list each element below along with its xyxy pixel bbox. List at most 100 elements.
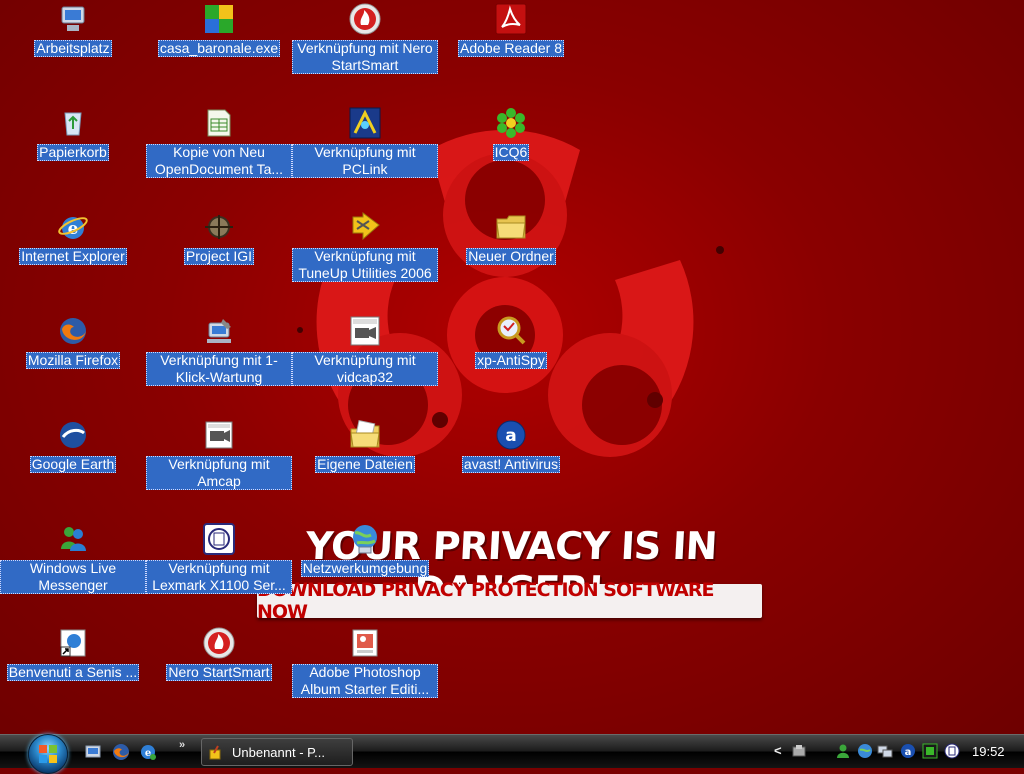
desktop-icon-label: Verknüpfung mit Nero StartSmart [292,40,438,74]
maintenance-icon [207,319,231,343]
desktop-icon-label: Papierkorb [37,144,109,161]
desktop-icon-label: Verknüpfung mit Amcap [146,456,292,490]
desktop-icon-label: Internet Explorer [19,248,127,265]
taskbar-button-paint[interactable]: Unbenannt - P... [201,738,353,766]
desktop-icon-label: Project IGI [183,248,255,265]
desktop-icon-eigene-dateien[interactable]: Eigene Dateien [292,419,438,473]
quick-launch-chevron[interactable]: » [179,739,185,751]
desktop-icon-internet-explorer[interactable]: e Internet Explorer [0,211,146,265]
avast-icon: a [496,420,526,450]
desktop-icon-papierkorb[interactable]: Papierkorb [0,107,146,161]
desktop-icon-benvenuti[interactable]: Benvenuti a Senis ... [0,627,146,681]
desktop-icon-label: Nero StartSmart [166,664,272,681]
adobe-reader-icon [495,3,527,35]
messenger-tray-icon[interactable] [835,743,851,759]
lexmark-tray-icon[interactable] [944,743,960,759]
taskbar-button-label: Unbenannt - P... [232,744,325,760]
desktop-icon-label: avast! Antivirus [461,456,561,473]
recycle-bin-icon [64,112,82,136]
desktop-icon-opendocument[interactable]: Kopie von Neu OpenDocument Ta... [146,107,292,178]
safely-remove-hardware-icon[interactable] [791,743,807,759]
tuneup-icon [352,212,380,241]
magnifier-icon [497,316,526,345]
desktop-icon-xp-antispy[interactable]: xp-AntiSpy [438,315,584,369]
desktop-icon-icq6[interactable]: ICQ6 [438,107,584,161]
desktop-icon-label: ICQ6 [492,144,530,161]
desktop-icon-label: Kopie von Neu OpenDocument Ta... [146,144,292,178]
desktop-icon-arbeitsplatz[interactable]: Arbeitsplatz [0,3,146,57]
desktop-icon-tuneup-utilities[interactable]: Verknüpfung mit TuneUp Utilities 2006 [292,211,438,282]
icq-flower-icon [497,108,525,138]
desktop-icon-google-earth[interactable]: Google Earth [0,419,146,473]
desktop-icon-windows-live-messenger[interactable]: Windows Live Messenger [0,523,146,594]
nvidia-tray-icon[interactable] [922,743,938,759]
desktop-icon-label: Google Earth [29,456,117,473]
folder-icon [496,215,526,239]
desktop-icon-project-igi[interactable]: Project IGI [146,211,292,265]
vidcap-icon [350,316,380,346]
firefox-icon [60,318,86,344]
desktop[interactable]: YOUR PRIVACY IS IN DANGER! DOWNLOAD PRIV… [0,0,1024,734]
game-icon [205,215,233,239]
paint-icon [209,745,221,760]
desktop-icon-label: Eigene Dateien [315,456,415,473]
desktop-icon-nero-startsmart[interactable]: Nero StartSmart [146,627,292,681]
svg-text:a: a [505,426,516,446]
desktop-icon-netzwerkumgebung[interactable]: Netzwerkumgebung [292,523,438,577]
web-shortcut-icon [60,629,86,657]
google-earth-icon [60,422,86,448]
privacy-download-banner-text: DOWNLOAD PRIVACY PROTECTION SOFTWARE NOW [257,579,715,623]
network-icon [353,525,377,554]
desktop-icon-1-klick-wartung[interactable]: Verknüpfung mit 1-Klick-Wartung [146,315,292,386]
desktop-icon-vidcap32[interactable]: Verknüpfung mit vidcap32 [292,315,438,386]
desktop-icon-casa-baronale[interactable]: casa_baronale.exe [146,3,292,57]
desktop-icon-label: Adobe Photoshop Album Starter Editi... [292,664,438,698]
puzzle-icon [205,5,233,33]
desktop-icon-label: Arbeitsplatz [34,40,112,57]
desktop-icon-label: casa_baronale.exe [157,40,281,57]
desktop-icon-label: Windows Live Messenger [0,560,146,594]
desktop-icon-label: Verknüpfung mit PCLink [292,144,438,178]
amcap-icon [205,421,233,449]
desktop-icon-avast-antivirus[interactable]: a avast! Antivirus [438,419,584,473]
desktop-icon-mozilla-firefox[interactable]: Mozilla Firefox [0,315,146,369]
desktop-icon-nero-startsmart-shortcut[interactable]: Verknüpfung mit Nero StartSmart [292,3,438,74]
photoshop-album-icon [352,629,378,657]
pclink-icon [349,107,381,139]
spreadsheet-icon [207,109,231,137]
desktop-icon-label: Verknüpfung mit 1-Klick-Wartung [146,352,292,386]
internet-explorer-icon: e [58,217,88,239]
desktop-icon-label: Netzwerkumgebung [300,560,430,577]
desktop-icon-label: Verknüpfung mit Lexmark X1100 Ser... [146,560,292,594]
my-documents-icon [350,419,380,448]
network-tray-icon[interactable] [857,743,873,759]
avast-tray-icon[interactable]: a [900,743,916,759]
taskbar: e » Unbenannt - P... < a 19:52 [0,734,1024,774]
lexmark-icon [203,523,235,555]
desktop-icon-lexmark[interactable]: Verknüpfung mit Lexmark X1100 Ser... [146,523,292,594]
tray-expand-arrow[interactable]: < [774,743,782,758]
connection-tray-icon[interactable] [877,743,893,759]
show-desktop-icon[interactable] [84,743,102,761]
desktop-icon-label: Verknüpfung mit vidcap32 [292,352,438,386]
desktop-icon-amcap[interactable]: Verknüpfung mit Amcap [146,419,292,490]
ie-quicklaunch-icon[interactable]: e [139,743,157,761]
start-button[interactable] [28,734,68,774]
computer-icon [61,6,85,31]
desktop-icon-label: Benvenuti a Senis ... [6,664,140,681]
taskbar-clock[interactable]: 19:52 [972,744,1005,759]
svg-text:a: a [905,747,912,758]
desktop-icon-label: Neuer Ordner [466,248,556,265]
desktop-icon-pclink[interactable]: Verknüpfung mit PCLink [292,107,438,178]
desktop-icon-adobe-reader[interactable]: Adobe Reader 8 [438,3,584,57]
desktop-icon-photoshop-album[interactable]: Adobe Photoshop Album Starter Editi... [292,627,438,698]
firefox-quicklaunch-icon[interactable] [112,743,130,761]
windows-logo-icon [39,745,57,763]
desktop-icon-label: xp-AntiSpy [475,352,547,369]
desktop-icon-label: Mozilla Firefox [25,352,121,369]
nero-icon [203,627,235,659]
messenger-icon [61,527,86,551]
desktop-icon-neuer-ordner[interactable]: Neuer Ordner [438,211,584,265]
privacy-download-banner: DOWNLOAD PRIVACY PROTECTION SOFTWARE NOW [257,579,762,623]
nero-icon [349,3,381,35]
